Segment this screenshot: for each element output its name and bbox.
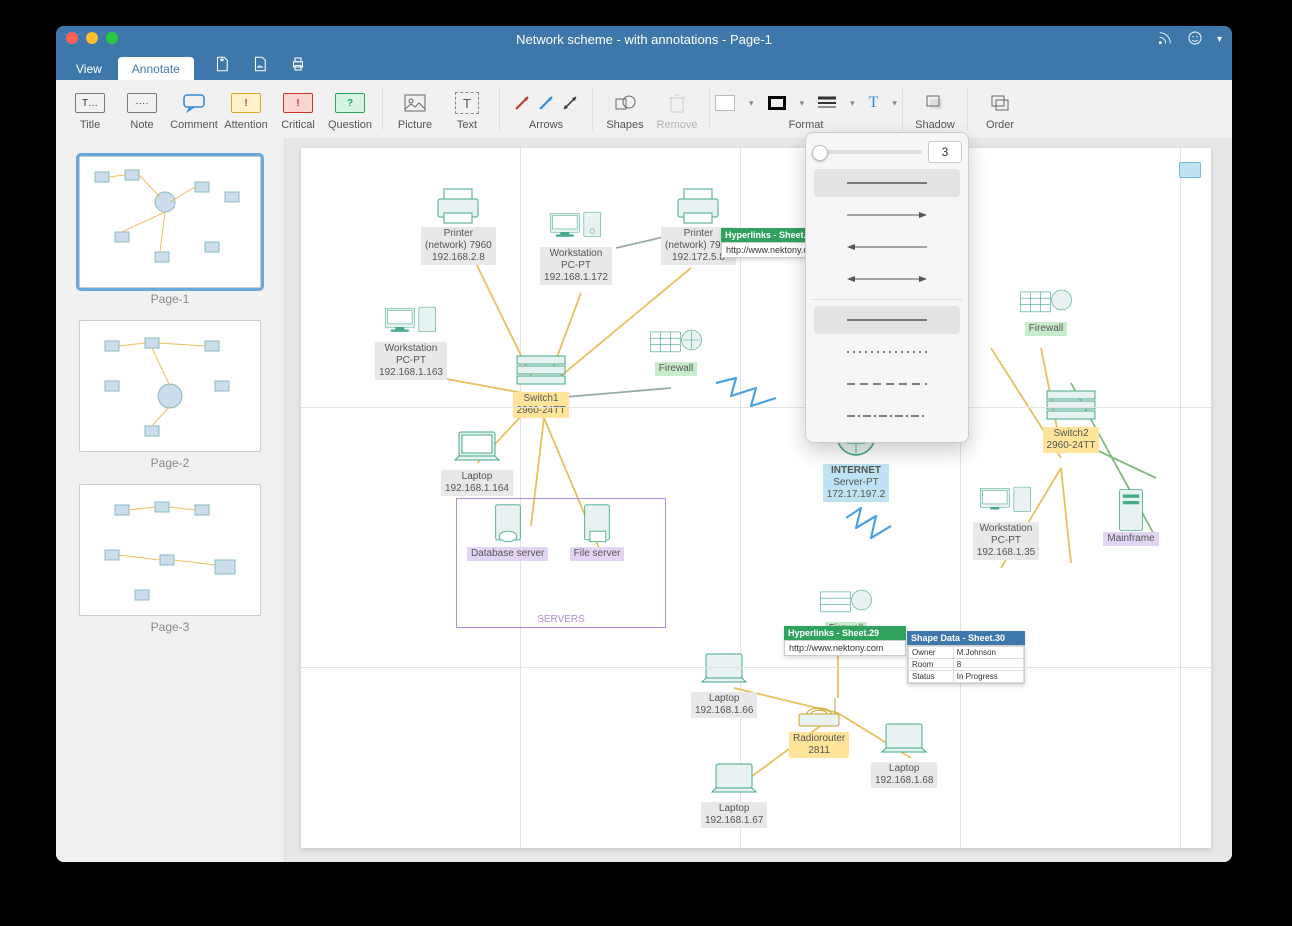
node-laptop-168[interactable]: Laptop192.168.1.68 — [871, 718, 937, 788]
node-workstation-163[interactable]: WorkstationPC-PT192.168.1.163 — [361, 298, 461, 380]
node-db-server[interactable]: Database server — [467, 503, 548, 561]
arrow-style-both[interactable] — [814, 265, 960, 293]
text-style-icon[interactable]: T — [869, 94, 879, 112]
arrow-style-left[interactable] — [814, 233, 960, 261]
thumbnail-page-3[interactable] — [79, 484, 261, 616]
hyperlinks-box-sheet29[interactable]: Hyperlinks - Sheet.29 http://www.nektony… — [784, 626, 906, 656]
dash-style-dashed[interactable] — [814, 370, 960, 398]
tool-picture[interactable]: Picture — [389, 87, 441, 131]
arrow-style-right[interactable] — [814, 201, 960, 229]
line-width-value[interactable]: 3 — [928, 141, 962, 163]
thumbnail-page-1[interactable] — [79, 156, 261, 288]
thumbnail-label: Page-2 — [56, 456, 284, 470]
arrow-style-none[interactable] — [814, 169, 960, 197]
tool-critical[interactable]: !Critical — [272, 87, 324, 131]
tool-comment[interactable]: Comment — [168, 87, 220, 131]
tool-arrows[interactable]: Arrows — [506, 87, 586, 131]
line-width-slider[interactable] — [812, 150, 922, 154]
tool-note[interactable]: ····Note — [116, 87, 168, 131]
tool-format[interactable]: ▾ ▾ ▾ T ▾ Format — [716, 87, 896, 131]
dash-style-dashdot[interactable] — [814, 402, 960, 430]
dash-style-solid[interactable] — [814, 306, 960, 334]
page-annotation-indicator[interactable] — [1179, 162, 1201, 178]
drawing-page[interactable]: Printer(network) 7960192.168.2.8 Worksta… — [301, 148, 1211, 848]
chevron-down-icon[interactable]: ▾ — [1217, 34, 1222, 45]
app-window: Network scheme - with annotations - Page… — [56, 26, 1232, 862]
node-firewall-2[interactable]: Firewall — [1001, 278, 1091, 336]
page-thumbnails-sidebar: Page-1 Page-2 Page-3 — [56, 138, 285, 862]
node-workstation-135[interactable]: WorkstationPC-PT192.168.1.35 — [956, 478, 1056, 560]
window-title: Network scheme - with annotations - Page… — [56, 32, 1232, 47]
node-file-server[interactable]: File server — [567, 503, 627, 561]
window-close-button[interactable] — [66, 32, 78, 44]
export-pdf-icon[interactable] — [212, 55, 232, 76]
tool-attention[interactable]: !Attention — [220, 87, 272, 131]
node-radiorouter[interactable]: Radiorouter2811 — [789, 688, 849, 758]
thumbnail-page-2[interactable] — [79, 320, 261, 452]
node-printer-7960[interactable]: Printer(network) 7960192.168.2.8 — [421, 183, 496, 265]
node-laptop-164[interactable]: Laptop192.168.1.164 — [441, 426, 513, 496]
tab-annotate[interactable]: Annotate — [118, 57, 194, 80]
node-switch2[interactable]: Switch22960-24TT — [1041, 383, 1101, 453]
tool-remove: Remove — [651, 87, 703, 131]
shape-data-box-sheet30[interactable]: Shape Data - Sheet.30 OwnerM.Johnson Roo… — [907, 631, 1025, 684]
line-style-popover: 3 — [805, 132, 969, 443]
thumbnail-label: Page-1 — [56, 292, 284, 306]
thumbnail-label: Page-3 — [56, 620, 284, 634]
mode-tab-row: View Annotate — [56, 52, 1232, 80]
fill-color-swatch[interactable] — [715, 95, 735, 111]
stroke-color-swatch[interactable] — [768, 96, 786, 110]
node-switch1[interactable]: Switch12960-24TT — [511, 348, 571, 418]
tab-view[interactable]: View — [62, 57, 116, 80]
servers-group[interactable]: Database server File server SERVERS — [456, 498, 666, 628]
dash-style-dotted[interactable] — [814, 338, 960, 366]
tool-title[interactable]: T…Title — [64, 87, 116, 131]
node-workstation-172[interactable]: WorkstationPC-PT192.168.1.172 — [526, 203, 626, 285]
tool-shadow[interactable]: Shadow — [909, 87, 961, 131]
window-zoom-button[interactable] — [106, 32, 118, 44]
tool-question[interactable]: ?Question — [324, 87, 376, 131]
titlebar: Network scheme - with annotations - Page… — [56, 26, 1232, 52]
tool-order[interactable]: Order — [974, 87, 1026, 131]
node-mainframe[interactable]: Mainframe — [1101, 488, 1161, 546]
annotate-toolbar: T…Title ····Note Comment !Attention !Cri… — [56, 80, 1232, 139]
rss-icon[interactable] — [1157, 30, 1173, 49]
tool-text[interactable]: TText — [441, 87, 493, 131]
node-firewall-1[interactable]: Firewall — [631, 318, 721, 376]
export-pdf-signed-icon[interactable] — [250, 55, 270, 76]
node-laptop-167[interactable]: Laptop192.168.1.67 — [701, 758, 767, 828]
feedback-icon[interactable] — [1187, 30, 1203, 49]
tool-shapes[interactable]: Shapes — [599, 87, 651, 131]
line-style-icon[interactable] — [818, 95, 836, 112]
node-laptop-166[interactable]: Laptop192.168.1.66 — [691, 648, 757, 718]
window-minimize-button[interactable] — [86, 32, 98, 44]
canvas-area[interactable]: Printer(network) 7960192.168.2.8 Worksta… — [285, 138, 1232, 862]
print-icon[interactable] — [288, 55, 308, 76]
